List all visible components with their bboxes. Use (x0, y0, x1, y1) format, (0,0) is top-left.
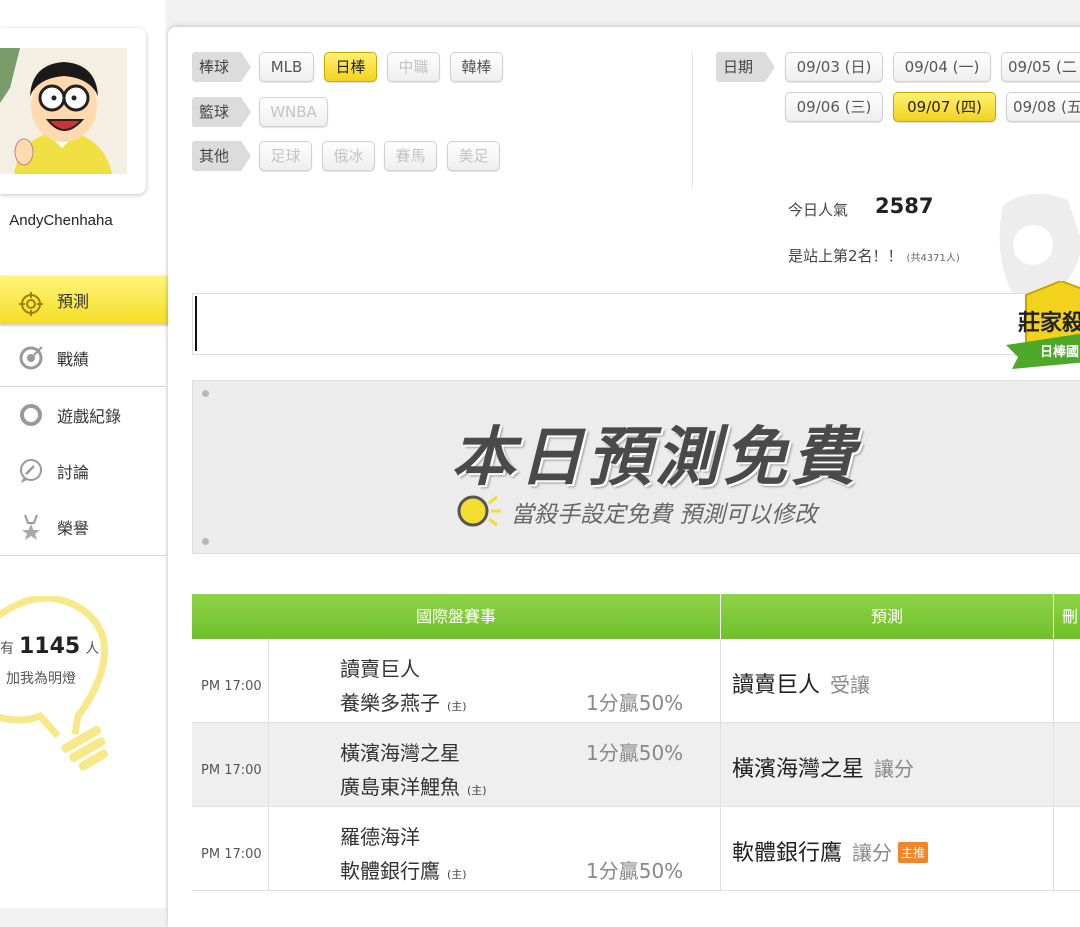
badge-subtitle: 日棒國 (1040, 345, 1080, 360)
popularity-value: 2587 (875, 194, 934, 218)
home-mark: (主) (467, 784, 487, 797)
home-team: 養樂多燕子 (340, 691, 440, 715)
home-team: 軟體銀行鷹 (340, 859, 440, 883)
nav-item-record[interactable]: 戰績 (0, 330, 166, 387)
home-mark: (主) (447, 868, 467, 881)
date-0908[interactable]: 09/08 (五 (1006, 92, 1080, 122)
home-mark: (主) (447, 700, 467, 713)
chip-soccer: 足球 (259, 141, 312, 171)
nav-label: 榮譽 (57, 519, 90, 538)
basketball-label: 籃球 (192, 97, 251, 127)
match-time: PM 17:00 (201, 679, 262, 694)
header-delete: 刪 (1062, 607, 1079, 626)
trophy-target-icon (18, 345, 44, 371)
header-prediction: 預測 (870, 607, 903, 626)
bookmaker-badge[interactable]: 莊家殺 日棒國 (1006, 281, 1080, 373)
lamp-follow-widget[interactable]: 有 1145 人 加我為明燈 (0, 596, 168, 786)
handicap-odds: 1分贏50% (586, 691, 684, 715)
table-row[interactable]: PM 17:00 讀賣巨人 養樂多燕子 (主) 1分贏50% 讀賣巨人 受讓 (192, 639, 1080, 723)
match-table-header: 國際盤賽事 預測 刪 (192, 594, 1080, 639)
pick-type: 受讓 (830, 673, 871, 697)
nav-item-discussion[interactable]: 討論 (0, 443, 166, 500)
message-input[interactable] (192, 293, 1080, 355)
badge-title: 莊家殺 (1018, 311, 1080, 336)
lamp-prefix: 有 (0, 641, 14, 657)
divider (692, 53, 693, 187)
date-0904[interactable]: 09/04 (一) (893, 52, 991, 82)
date-0907[interactable]: 09/07 (四) (893, 92, 996, 122)
username: AndyChenhaha (9, 212, 113, 229)
banner-title: 本日預測免費 (451, 421, 859, 495)
away-team: 橫濱海灣之星 (340, 741, 460, 765)
chip-cpbl: 中職 (387, 52, 440, 82)
match-time: PM 17:00 (201, 847, 262, 862)
nav-label: 戰績 (57, 350, 90, 369)
chip-wnba: WNBA (259, 97, 328, 127)
home-team: 廣島東洋鯉魚 (340, 775, 460, 799)
handicap-odds: 1分贏50% (586, 859, 684, 883)
away-team: 羅德海洋 (340, 825, 420, 849)
nav-label: 預測 (57, 292, 90, 311)
baseball-label: 棒球 (192, 52, 251, 82)
avatar[interactable] (0, 48, 127, 174)
pick-team: 橫濱海灣之星 (732, 757, 865, 782)
pick-team: 讀賣巨人 (732, 673, 821, 698)
popularity-label: 今日人氣 (788, 201, 849, 219)
rank-text: 是站上第2名！！ (788, 247, 903, 265)
pick-type: 讓分 (874, 757, 915, 781)
away-team: 讀賣巨人 (340, 657, 420, 681)
text-caret (195, 296, 197, 351)
featured-tag: 主推 (898, 842, 929, 863)
medal-icon (18, 514, 44, 540)
date-0906[interactable]: 09/06 (三) (785, 92, 883, 122)
nav-label: 遊戲紀錄 (57, 407, 122, 426)
table-row[interactable]: PM 17:00 羅德海洋 軟體銀行鷹 (主) 1分贏50% 軟體銀行鷹 讓分 主推 (192, 807, 1080, 891)
left-sidebar: AndyChenhaha 預測 戰績 遊戲紀錄 討論 榮譽 有 1145 人 加… (0, 0, 188, 908)
nav-label: 討論 (57, 463, 90, 482)
header-matches: 國際盤賽事 (415, 607, 496, 626)
match-time: PM 17:00 (201, 763, 262, 778)
chat-icon (18, 458, 44, 484)
lamp-label: 加我為明燈 (6, 671, 76, 687)
other-label: 其他 (192, 141, 251, 171)
free-prediction-banner: 本日預測免費 當殺手設定免費 預測可以修改 (192, 380, 1080, 554)
chip-korea-baseball[interactable]: 韓棒 (450, 52, 503, 82)
pick-type: 讓分 (852, 841, 893, 865)
screw-icon (202, 538, 209, 545)
chip-horse-racing: 賽馬 (384, 141, 437, 171)
pick-team: 軟體銀行鷹 (732, 841, 843, 866)
date-0905[interactable]: 09/05 (二 (1001, 52, 1080, 82)
date-0903[interactable]: 09/03 (日) (785, 52, 883, 82)
chip-american-football: 美足 (447, 141, 500, 171)
avatar-frame (0, 28, 146, 194)
table-row[interactable]: PM 17:00 橫濱海灣之星 廣島東洋鯉魚 (主) 1分贏50% 橫濱海灣之星讓… (192, 723, 1080, 807)
target-icon (18, 291, 44, 317)
main-panel: 棒球 MLB 日棒 中職 韓棒 籃球 WNBA 其他 足球 俄冰 賽馬 美足 日… (168, 27, 1080, 927)
chip-japan-baseball[interactable]: 日棒 (324, 52, 377, 82)
rank-total: (共4371人) (906, 253, 960, 264)
banner-subtitle: 當殺手設定免費 預測可以修改 (511, 502, 818, 528)
date-label: 日期 (716, 52, 775, 82)
circle-icon (18, 402, 44, 428)
lamp-count: 1145 (19, 634, 81, 659)
bulb-icon (457, 495, 501, 527)
chip-ice-hockey: 俄冰 (322, 141, 375, 171)
lamp-unit: 人 (85, 641, 100, 657)
handicap-odds: 1分贏50% (586, 741, 684, 765)
chip-mlb[interactable]: MLB (259, 52, 314, 82)
screw-icon (202, 390, 209, 397)
nav-item-predict[interactable]: 預測 (0, 276, 188, 324)
nav-item-honor[interactable]: 榮譽 (0, 499, 166, 556)
nav-item-game-history[interactable]: 遊戲紀錄 (0, 387, 166, 444)
